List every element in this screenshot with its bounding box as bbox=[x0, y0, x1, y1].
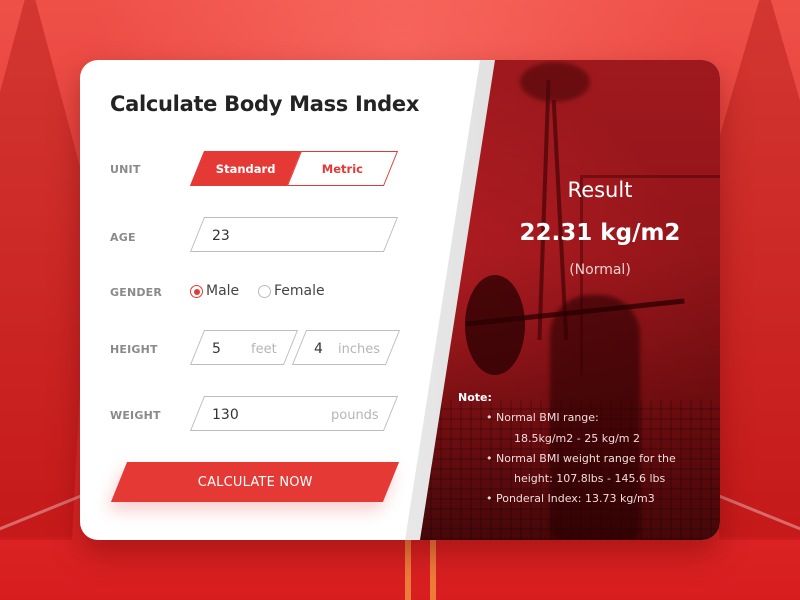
unit-toggle: Standard Metric bbox=[189, 151, 399, 186]
note-label: Note: bbox=[458, 391, 492, 404]
calculate-now-label: CALCULATE NOW bbox=[197, 474, 313, 490]
height-inches-unit: inches bbox=[338, 342, 381, 357]
weight-unit: pounds bbox=[331, 408, 379, 423]
bmi-result-value: 22.31 kg/m2 bbox=[519, 220, 681, 246]
unit-option-standard[interactable]: Standard bbox=[189, 151, 302, 186]
note-line: • Normal BMI weight range for the bbox=[486, 452, 676, 465]
unit-option-metric[interactable]: Metric bbox=[286, 151, 399, 186]
age-value: 23 bbox=[212, 228, 230, 244]
palm-tree-crown bbox=[520, 62, 590, 102]
height-feet-value: 5 bbox=[212, 341, 221, 357]
gender-radio-female[interactable] bbox=[258, 285, 271, 298]
weight-value: 130 bbox=[212, 407, 239, 423]
age-label: AGE bbox=[110, 231, 136, 244]
unit-option-standard-label: Standard bbox=[215, 161, 276, 176]
unit-option-metric-label: Metric bbox=[321, 161, 364, 176]
gender-label: GENDER bbox=[110, 286, 163, 299]
tree-left bbox=[0, 0, 90, 540]
gender-male-label[interactable]: Male bbox=[206, 283, 239, 299]
unit-label: UNIT bbox=[110, 163, 141, 176]
bmi-category: (Normal) bbox=[569, 262, 631, 278]
barbell-plate bbox=[465, 275, 525, 375]
bmi-calculator-card: Calculate Body Mass Index UNIT Standard … bbox=[80, 60, 720, 540]
height-feet-unit: feet bbox=[251, 342, 277, 357]
note-line: • Normal BMI range: bbox=[486, 411, 599, 424]
result-heading: Result bbox=[567, 178, 633, 202]
note-line: • Ponderal Index: 13.73 kg/m3 bbox=[486, 492, 655, 505]
calculate-now-button[interactable]: CALCULATE NOW bbox=[110, 462, 400, 502]
palm-tree-trunk bbox=[537, 80, 551, 340]
note-line: height: 107.8lbs - 145.6 lbs bbox=[514, 472, 666, 485]
gender-female-label[interactable]: Female bbox=[274, 283, 325, 299]
height-inches-value: 4 bbox=[314, 341, 323, 357]
weight-label: WEIGHT bbox=[110, 409, 161, 422]
gender-radio-male[interactable] bbox=[190, 285, 203, 298]
height-feet-input[interactable] bbox=[189, 330, 299, 365]
page-title: Calculate Body Mass Index bbox=[110, 92, 420, 116]
note-line: 18.5kg/m2 - 25 kg/m 2 bbox=[514, 432, 640, 445]
height-label: HEIGHT bbox=[110, 343, 158, 356]
